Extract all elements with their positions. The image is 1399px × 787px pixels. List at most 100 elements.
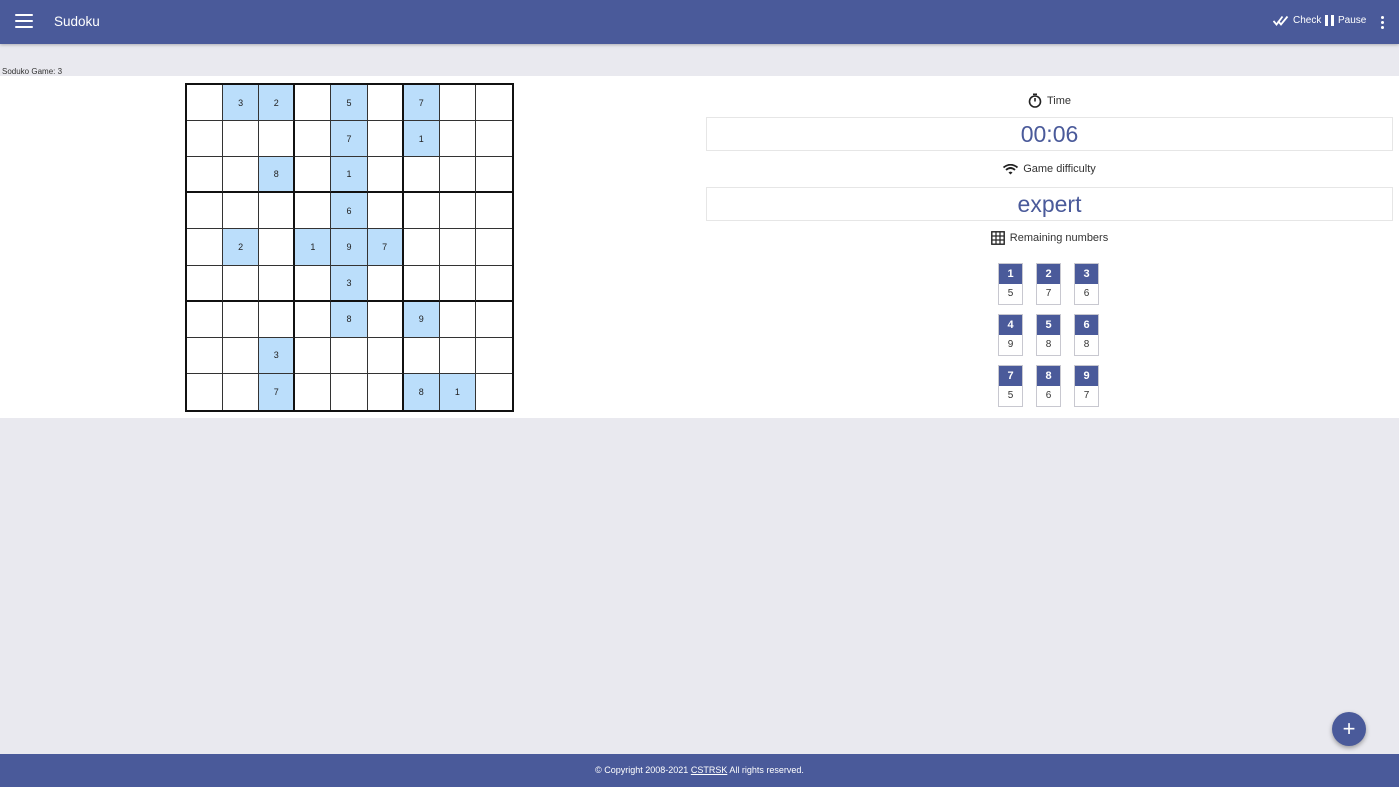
board-cell[interactable]: 7: [403, 85, 440, 122]
board-cell[interactable]: [187, 229, 224, 266]
board-cell[interactable]: [403, 337, 440, 374]
board-cell[interactable]: [475, 266, 512, 302]
more-vert-icon[interactable]: [1379, 16, 1385, 30]
board-cell[interactable]: [475, 121, 512, 158]
board-cell[interactable]: [475, 338, 512, 374]
board-cell[interactable]: 1: [331, 157, 368, 194]
board-cell[interactable]: [367, 337, 404, 374]
board-cell[interactable]: [295, 337, 332, 374]
board-cell[interactable]: [223, 373, 260, 410]
board-cell[interactable]: [295, 121, 332, 158]
board-cell[interactable]: 7: [367, 229, 404, 266]
pause-button[interactable]: Pause: [1325, 15, 1366, 26]
board-cell[interactable]: [295, 301, 332, 338]
remaining-number-tile[interactable]: 97: [1074, 365, 1099, 407]
board-cell[interactable]: [367, 193, 404, 230]
remaining-number-tile[interactable]: 36: [1074, 263, 1099, 305]
board-cell[interactable]: [187, 157, 224, 194]
board-cell[interactable]: [439, 157, 476, 194]
board-cell[interactable]: 7: [331, 121, 368, 158]
board-cell[interactable]: [403, 265, 440, 302]
board-cell[interactable]: [439, 337, 476, 374]
remaining-number-tile[interactable]: 15: [998, 263, 1023, 305]
board-cell[interactable]: 8: [331, 301, 368, 338]
board-cell[interactable]: [403, 229, 440, 266]
board-cell[interactable]: 8: [259, 157, 296, 194]
board-cell[interactable]: 3: [223, 85, 260, 122]
remaining-number-tile[interactable]: 75: [998, 365, 1023, 407]
add-button[interactable]: +: [1332, 712, 1366, 746]
cstrsk-link[interactable]: CSTRSK: [691, 765, 728, 775]
board-cell[interactable]: [223, 193, 260, 230]
board-cell[interactable]: [187, 193, 224, 230]
board-cell[interactable]: [259, 265, 296, 302]
board-cell[interactable]: [187, 121, 224, 158]
board-cell[interactable]: [187, 301, 224, 338]
board-cell[interactable]: [476, 374, 512, 410]
board-cell[interactable]: [295, 265, 332, 302]
board-cell[interactable]: 6: [331, 193, 368, 230]
board-cell[interactable]: [187, 337, 224, 374]
board-cell[interactable]: 3: [259, 337, 296, 374]
board-cell[interactable]: [439, 193, 476, 230]
board-cell[interactable]: [403, 157, 440, 194]
board-cell[interactable]: [475, 302, 512, 338]
app-title: Sudoku: [54, 14, 100, 29]
board-cell[interactable]: [475, 85, 512, 122]
board-cell[interactable]: [439, 265, 476, 302]
remaining-number-tile[interactable]: 49: [998, 314, 1023, 356]
board-cell[interactable]: [331, 373, 368, 410]
board-cell[interactable]: 9: [331, 229, 368, 266]
hamburger-menu-icon[interactable]: [15, 14, 33, 30]
remaining-number-count: 5: [999, 284, 1022, 304]
board-cell[interactable]: 9: [403, 301, 440, 338]
board-cell[interactable]: [368, 373, 404, 410]
board-cell[interactable]: [367, 265, 404, 302]
board-cell[interactable]: 7: [259, 373, 296, 410]
board-cell[interactable]: [223, 337, 260, 374]
board-cell[interactable]: [187, 265, 224, 302]
board-cell[interactable]: [295, 85, 332, 122]
board-cell[interactable]: [475, 229, 512, 266]
board-cell[interactable]: [475, 157, 512, 194]
board-cell[interactable]: [367, 157, 404, 194]
board-cell[interactable]: [223, 157, 260, 194]
board-cell[interactable]: 2: [223, 229, 260, 266]
remaining-number-tile[interactable]: 86: [1036, 365, 1061, 407]
board-cell[interactable]: [223, 301, 260, 338]
board-cell[interactable]: 3: [331, 265, 368, 302]
board-cell[interactable]: [259, 121, 296, 158]
board-cell[interactable]: [331, 337, 368, 374]
board-cell[interactable]: [259, 301, 296, 338]
board-cell[interactable]: [439, 121, 476, 158]
board-cell[interactable]: [439, 85, 476, 122]
board-cell[interactable]: 1: [403, 121, 440, 158]
board-cell[interactable]: 8: [403, 373, 440, 410]
board-cell[interactable]: [367, 121, 404, 158]
board-cell[interactable]: [223, 121, 260, 158]
board-cell[interactable]: [259, 229, 296, 266]
remaining-number-tile[interactable]: 27: [1036, 263, 1061, 305]
board-cell[interactable]: 5: [331, 85, 368, 122]
time-label: Time: [1046, 94, 1072, 107]
board-cell[interactable]: [223, 265, 260, 302]
board-cell[interactable]: 1: [295, 229, 332, 266]
board-cell[interactable]: [439, 301, 476, 338]
board-cell[interactable]: [403, 193, 440, 230]
board-cell[interactable]: [295, 193, 332, 230]
board-cell[interactable]: [259, 193, 296, 230]
remaining-number-tile[interactable]: 68: [1074, 314, 1099, 356]
board-cell[interactable]: 1: [439, 373, 476, 410]
board-cell[interactable]: 2: [259, 85, 296, 122]
check-button[interactable]: Check: [1273, 15, 1321, 26]
board-cell[interactable]: [187, 85, 224, 122]
board-cell[interactable]: [367, 85, 404, 122]
remaining-number-digit: 4: [999, 315, 1022, 335]
board-cell[interactable]: [187, 373, 224, 410]
board-cell[interactable]: [439, 229, 476, 266]
remaining-number-tile[interactable]: 58: [1036, 314, 1061, 356]
board-cell[interactable]: [367, 301, 404, 338]
board-cell[interactable]: [295, 373, 332, 410]
board-cell[interactable]: [475, 193, 512, 230]
board-cell[interactable]: [295, 157, 332, 194]
